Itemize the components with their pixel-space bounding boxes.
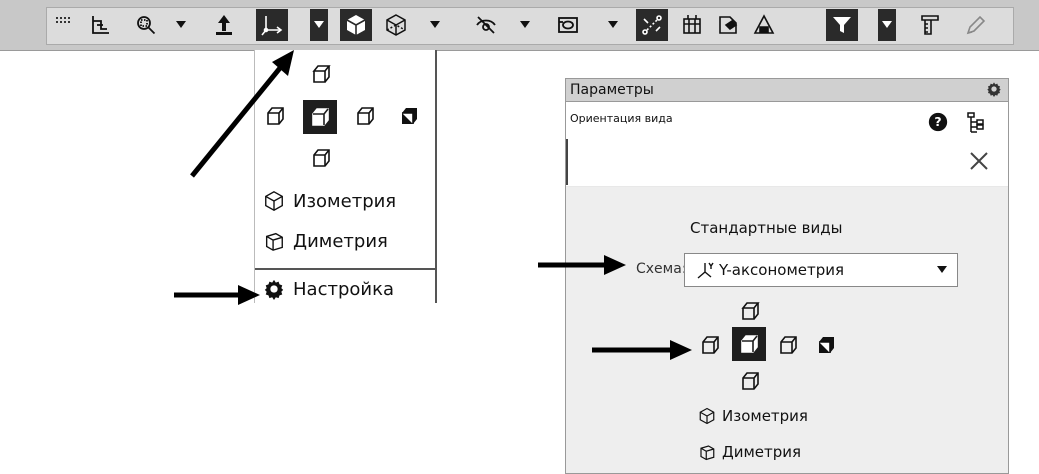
arrow-to-scheme — [538, 255, 626, 275]
arrow-to-orientation-button — [190, 50, 294, 178]
arrow-to-panel-views — [592, 340, 692, 360]
arrow-to-nastroyka — [174, 285, 260, 305]
annotation-arrows — [174, 50, 692, 360]
